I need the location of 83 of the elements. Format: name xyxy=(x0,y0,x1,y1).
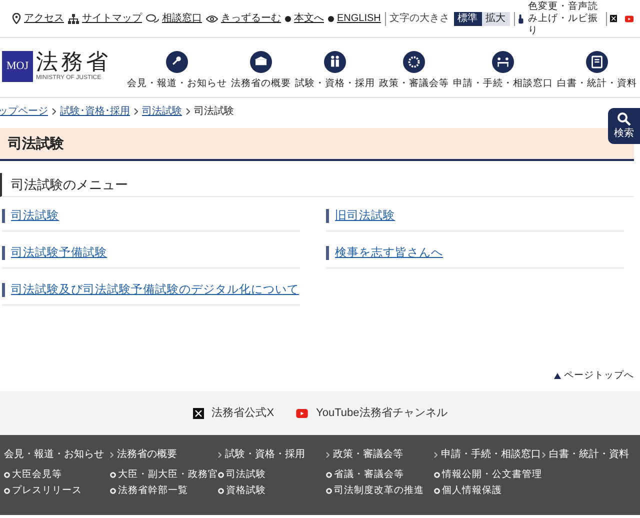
youtube-icon[interactable] xyxy=(625,14,634,24)
footer-link[interactable]: 司法制度改革の推進 xyxy=(326,484,430,497)
utility-link[interactable]: 相談窓口 xyxy=(162,11,202,26)
social-link[interactable]: 法務省公式X xyxy=(192,404,274,422)
footer-link[interactable]: プレスリリース xyxy=(4,484,106,497)
nav-item[interactable]: 政策・審議会等 xyxy=(378,50,450,91)
nav-item[interactable]: 白書・統計・資料 xyxy=(556,50,638,91)
chevron-icon xyxy=(110,452,114,458)
utility-link[interactable]: 本文へ xyxy=(294,11,324,26)
bullet-icon xyxy=(218,488,224,494)
menu-link[interactable]: 司法試験 xyxy=(2,209,300,223)
page-top-link[interactable]: ページトップへ xyxy=(554,369,634,383)
menu-link[interactable]: 検事を志す皆さんへ xyxy=(326,246,624,260)
document-icon xyxy=(586,50,608,73)
footer-heading-link[interactable]: 白書・統計・資料 xyxy=(542,447,640,462)
bullet-icon xyxy=(434,488,440,494)
accessibility-link[interactable]: 色変更・音声読み上げ・ルビ振り xyxy=(528,0,602,36)
microphone-icon xyxy=(166,50,188,73)
footer-heading-link[interactable]: 試験・資格・採用 xyxy=(218,447,322,462)
footer-heading-link[interactable]: 政策・審議会等 xyxy=(326,447,430,462)
nav-item[interactable]: 申請・手続・相談窓口 xyxy=(452,50,554,91)
bullet-icon xyxy=(4,472,10,478)
footer-link[interactable]: 司法試験 xyxy=(218,468,322,481)
map-pin-icon xyxy=(12,13,21,24)
youtube-icon xyxy=(296,408,308,418)
font-size-button[interactable]: 標準 xyxy=(454,12,482,26)
up-triangle-icon xyxy=(554,373,561,379)
logo-name: 法務省 xyxy=(36,50,111,74)
utility-link[interactable]: アクセス xyxy=(24,11,64,26)
chevron-icon xyxy=(134,108,138,114)
bullet-icon xyxy=(328,16,334,22)
utility-link[interactable]: ENGLISH xyxy=(337,11,381,26)
footer-heading-link[interactable]: 会見・報道・お知らせ xyxy=(4,447,106,462)
footer-link[interactable]: 資格試験 xyxy=(218,484,322,497)
footer-link[interactable]: 個人情報保護 xyxy=(434,484,538,497)
utility-link[interactable]: きっずるーむ xyxy=(221,11,281,26)
ring-icon xyxy=(403,50,425,73)
sitemap-icon xyxy=(68,14,79,24)
chevron-icon xyxy=(542,452,546,458)
eye-icon xyxy=(206,14,218,22)
bullet-icon xyxy=(326,488,332,494)
footer-link[interactable]: 法務省幹部一覧 xyxy=(110,484,214,497)
footer-heading-link[interactable]: 法務省の概要 xyxy=(110,447,214,462)
footer-heading-link[interactable]: 申請・手続・相談窓口 xyxy=(434,447,538,462)
chevron-icon xyxy=(186,108,190,114)
breadcrumb-current: 司法試験 xyxy=(194,104,234,118)
nav-item[interactable]: 試験・資格・採用 xyxy=(294,50,376,91)
bullet-icon xyxy=(4,488,10,494)
chevron-icon xyxy=(326,452,330,458)
x-logo-icon[interactable] xyxy=(610,13,618,24)
bullet-icon xyxy=(285,16,291,22)
bullet-icon xyxy=(326,472,332,478)
logo-mark: MOJ xyxy=(2,51,33,82)
nav-item[interactable]: 法務省の概要 xyxy=(230,50,292,91)
breadcrumb-link[interactable]: 司法試験 xyxy=(142,104,182,118)
chevron-icon xyxy=(52,108,56,114)
people-icon xyxy=(324,50,346,73)
speech-bubbles-icon xyxy=(146,14,159,24)
search-button[interactable]: 検索 xyxy=(608,108,640,144)
bullet-icon xyxy=(218,472,224,478)
search-icon xyxy=(617,112,631,126)
social-link[interactable]: YouTube法務省チャンネル xyxy=(296,404,448,422)
utility-link[interactable]: サイトマップ xyxy=(82,11,142,26)
menu-link[interactable]: 司法試験及び司法試験予備試験のデジタル化について xyxy=(2,283,300,297)
bullet-icon xyxy=(110,472,116,478)
font-size-label: 文字の大きさ xyxy=(390,12,450,26)
chevron-icon xyxy=(434,452,438,458)
footer-link[interactable]: 省議・審議会等 xyxy=(326,468,430,481)
bullet-icon xyxy=(110,488,116,494)
nav-item[interactable]: 会見・報道・お知らせ xyxy=(126,50,228,91)
menu-heading-text: 司法試験のメニュー xyxy=(11,176,128,194)
x-logo-icon xyxy=(192,408,204,418)
footer-link[interactable]: 大臣会見等 xyxy=(4,468,106,481)
menu-link[interactable]: 旧司法試験 xyxy=(326,209,624,223)
hand-pointer-icon xyxy=(518,12,524,26)
building-icon xyxy=(250,50,272,73)
bullet-icon xyxy=(434,472,440,478)
desk-icon xyxy=(492,50,514,73)
chevron-icon xyxy=(218,452,222,458)
breadcrumb-link[interactable]: 試験･資格･採用 xyxy=(60,104,130,118)
page-title: 司法試験 xyxy=(8,134,64,153)
font-size-button[interactable]: 拡大 xyxy=(482,12,510,26)
menu-link[interactable]: 司法試験予備試験 xyxy=(2,246,300,260)
